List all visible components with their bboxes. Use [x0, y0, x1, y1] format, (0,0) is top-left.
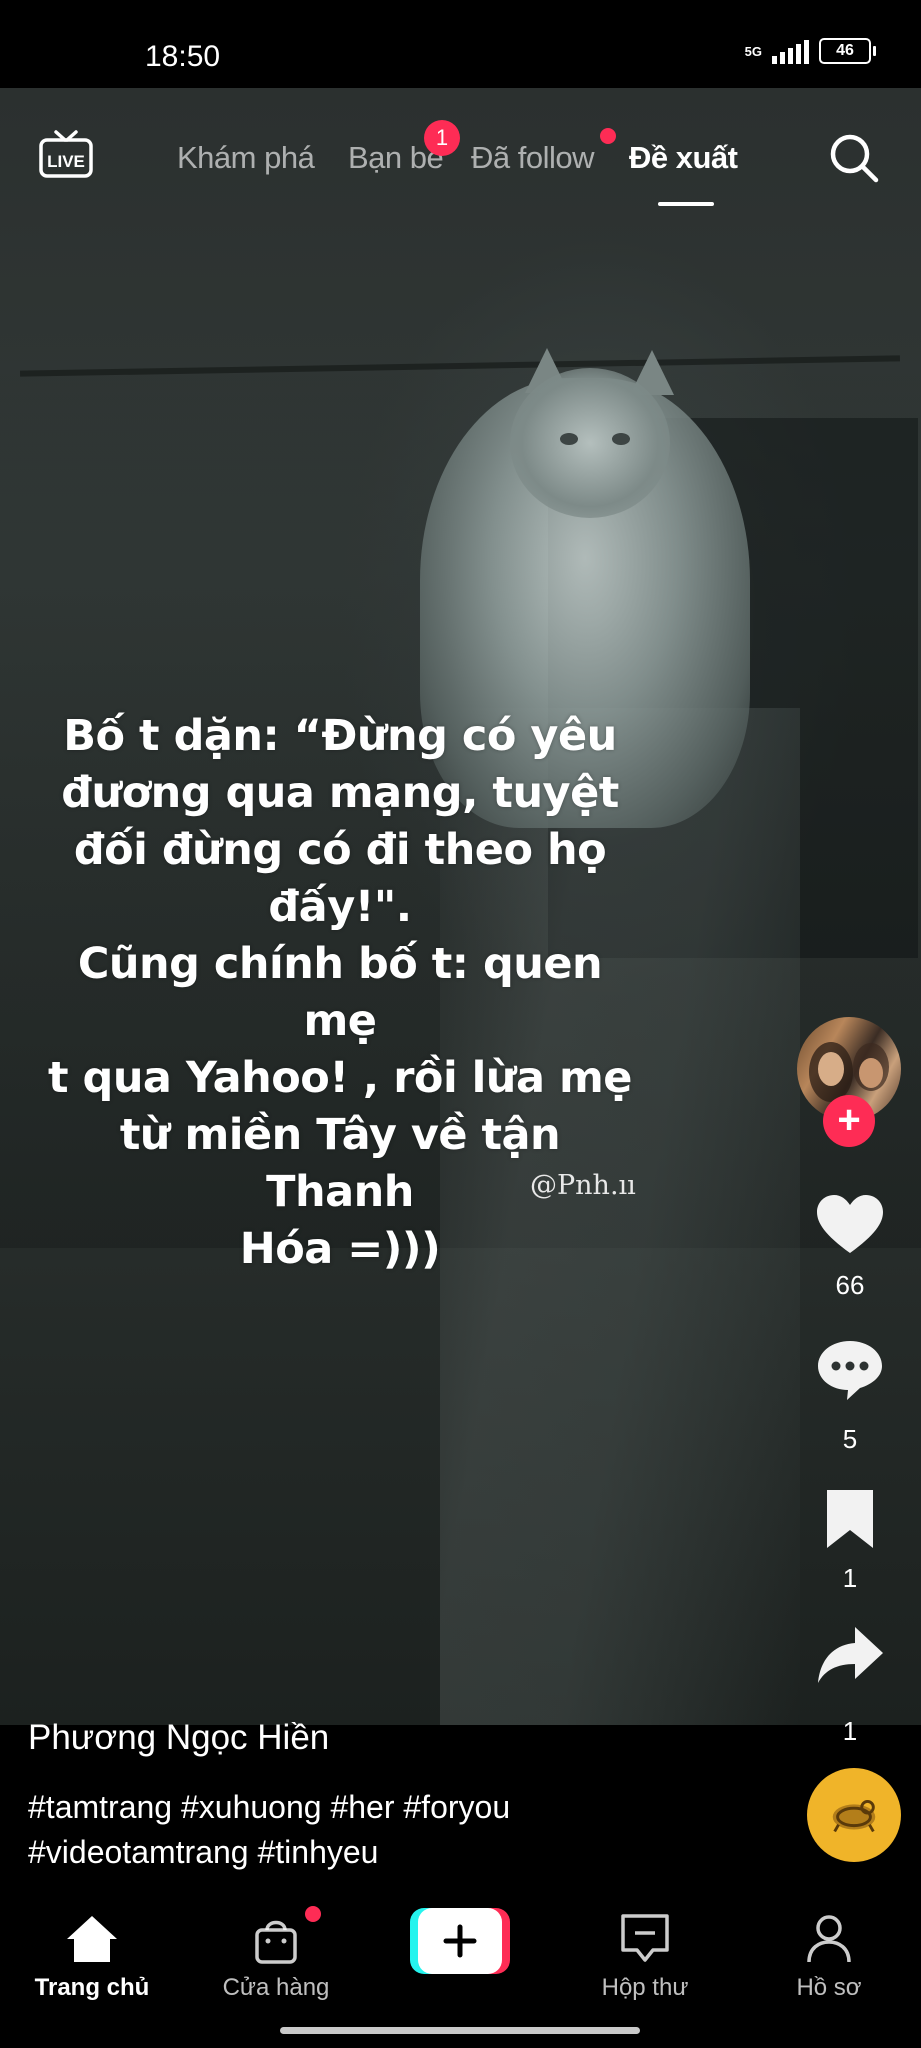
- network-type: 5G: [744, 43, 762, 59]
- cat-eye-right: [612, 433, 630, 445]
- video-watermark: @Pnh.ıı: [530, 1170, 636, 1201]
- like-count: 66: [835, 1270, 865, 1300]
- tab-de-xuat[interactable]: Đề xuất: [629, 140, 738, 176]
- status-time: 18:50: [145, 40, 221, 73]
- search-icon[interactable]: [828, 132, 880, 184]
- live-icon[interactable]: LIVE: [38, 130, 94, 180]
- nav-home[interactable]: Trang chủ: [17, 1912, 167, 2002]
- battery-icon: 46: [819, 38, 876, 64]
- nav-profile-label: Hồ sơ: [796, 1974, 862, 2001]
- status-icons: 5G 46: [744, 38, 876, 64]
- music-disc[interactable]: [807, 1768, 901, 1862]
- shop-dot: [305, 1906, 321, 1922]
- live-label: LIVE: [47, 152, 85, 171]
- signal-icon: [772, 38, 809, 64]
- bookmark-icon[interactable]: [815, 1488, 885, 1552]
- nav-shop-label: Cửa hàng: [222, 1974, 330, 2001]
- active-tab-indicator: [658, 202, 714, 206]
- nav-inbox-label: Hộp thư: [601, 1974, 689, 2001]
- comment-icon[interactable]: [815, 1338, 885, 1402]
- follow-dot: [600, 128, 616, 144]
- comment-count: 5: [842, 1424, 858, 1454]
- create-button[interactable]: [410, 1908, 510, 1974]
- share-icon[interactable]: [815, 1623, 885, 1687]
- friends-badge: 1: [424, 120, 460, 156]
- save-count: 1: [842, 1563, 858, 1593]
- share-count: 1: [842, 1716, 858, 1746]
- nav-profile[interactable]: Hồ sơ: [754, 1912, 904, 2002]
- top-navigation: [0, 88, 921, 228]
- nav-shop[interactable]: Cửa hàng: [201, 1912, 351, 2002]
- battery-level: 46: [836, 42, 854, 59]
- home-icon: [67, 1916, 117, 1962]
- nav-home-label: Trang chủ: [34, 1974, 150, 2001]
- music-cover-icon: [832, 1800, 876, 1833]
- shopping-bag-icon: [255, 1920, 297, 1964]
- follow-button[interactable]: +: [823, 1095, 875, 1147]
- cat-head: [510, 368, 670, 518]
- heart-icon[interactable]: [815, 1193, 885, 1257]
- tab-kham-pha[interactable]: Khám phá: [177, 140, 315, 176]
- video-hashtags[interactable]: #tamtrang #xuhuong #her #foryou #videota…: [28, 1785, 668, 1875]
- cat-eye-left: [560, 433, 578, 445]
- nav-inbox[interactable]: Hộp thư: [570, 1912, 720, 2002]
- tab-da-follow[interactable]: Đã follow: [471, 140, 595, 176]
- author-name[interactable]: Phương Ngọc Hiền: [28, 1718, 329, 1758]
- profile-icon: [807, 1915, 851, 1963]
- inbox-icon: [621, 1914, 669, 1962]
- status-bar: 18:50 5G 46: [0, 0, 921, 88]
- home-indicator: [280, 2027, 640, 2034]
